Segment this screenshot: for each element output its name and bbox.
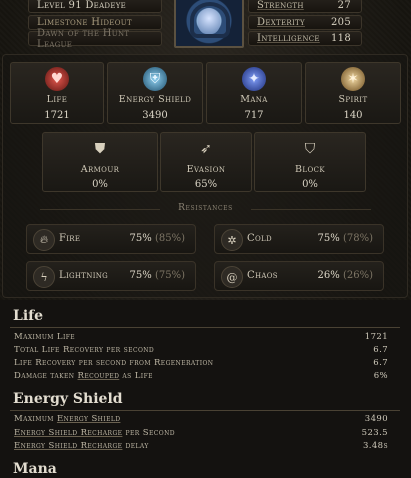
- divider: [10, 327, 400, 328]
- spirit-icon: ✶: [341, 67, 365, 91]
- stat-value: 0%: [92, 179, 108, 190]
- attribute-dexterity[interactable]: Dexterity 205: [248, 15, 362, 30]
- chaos-icon: @: [221, 266, 243, 288]
- armour-icon: ⛊: [94, 141, 106, 157]
- attribute-label: Dexterity: [257, 17, 305, 28]
- attribute-intelligence[interactable]: Intelligence 118: [248, 31, 362, 46]
- stat-label: Block: [295, 164, 325, 175]
- attribute-value: 118: [331, 33, 351, 44]
- resistance-fire[interactable]: 🔥︎ Fire 75% (85%): [26, 224, 196, 254]
- stat-life[interactable]: ♥ Life 1721: [10, 62, 104, 124]
- shield-icon: ⛨: [143, 67, 167, 91]
- attribute-label: Strength: [257, 0, 304, 11]
- detail-row: Maximum Life 1721: [14, 332, 388, 342]
- resistance-value: 75% (78%): [317, 233, 373, 244]
- character-level-class: Level 91 Deadeye: [28, 0, 162, 13]
- resistance-value: 26% (26%): [317, 270, 373, 281]
- resistance-cold[interactable]: ✲ Cold 75% (78%): [214, 224, 384, 254]
- cold-icon: ✲: [221, 229, 243, 251]
- resistance-chaos[interactable]: @ Chaos 26% (26%): [214, 261, 384, 291]
- stat-energy-shield[interactable]: ⛨ Energy Shield 3490: [107, 62, 203, 124]
- stat-details-list[interactable]: Life Maximum Life 1721 Total Life Recover…: [0, 300, 411, 478]
- character-league: Dawn of the Hunt League: [28, 28, 162, 50]
- stat-block[interactable]: ⛉ Block 0%: [254, 132, 366, 192]
- stat-value: 3490: [142, 110, 168, 121]
- detail-row: Total Life Recovery per second 6.7: [14, 345, 388, 355]
- stat-spirit[interactable]: ✶ Spirit 140: [305, 62, 401, 124]
- mana-icon: ✦: [242, 67, 266, 91]
- evasion-icon: ➶: [200, 141, 212, 157]
- stat-label: Life: [46, 94, 68, 105]
- divider: [10, 410, 400, 411]
- fire-icon: 🔥︎: [33, 229, 55, 251]
- stat-mana[interactable]: ✦ Mana 717: [206, 62, 302, 124]
- resistance-label: Chaos: [247, 270, 278, 281]
- stat-value: 140: [343, 110, 363, 121]
- detail-row: Life Recovery per second from Regenerati…: [14, 358, 388, 368]
- attribute-value: 27: [337, 0, 351, 11]
- stat-evasion[interactable]: ➶ Evasion 65%: [160, 132, 252, 192]
- attribute-value: 205: [331, 17, 351, 28]
- resistance-lightning[interactable]: ϟ Lightning 75% (75%): [26, 261, 196, 291]
- resistance-value: 75% (75%): [129, 270, 185, 281]
- block-icon: ⛉: [304, 141, 316, 157]
- stat-label: Energy Shield: [118, 94, 192, 105]
- stat-label: Mana: [240, 94, 268, 105]
- resistance-label: Fire: [59, 233, 81, 244]
- character-portrait: [174, 0, 244, 48]
- stat-value: 0%: [302, 179, 318, 190]
- resistance-label: Lightning: [59, 270, 109, 281]
- detail-row: Energy Shield Recharge per Second 523.5: [14, 428, 388, 438]
- detail-row: Energy Shield Recharge delay 3.48s: [14, 441, 388, 451]
- attribute-strength[interactable]: Strength 27: [248, 0, 362, 13]
- stat-label: Spirit: [338, 94, 368, 105]
- resistance-label: Cold: [247, 233, 272, 244]
- detail-row: Damage taken Recouped as Life 6%: [14, 371, 388, 381]
- heart-icon: ♥: [45, 67, 69, 91]
- resistance-value: 75% (85%): [129, 233, 185, 244]
- stat-armour[interactable]: ⛊ Armour 0%: [42, 132, 158, 192]
- lightning-icon: ϟ: [33, 266, 55, 288]
- stat-value: 65%: [194, 179, 218, 190]
- section-title-life: Life: [13, 308, 44, 324]
- detail-row: Maximum Energy Shield 3490: [14, 414, 388, 424]
- stat-value: 717: [244, 110, 264, 121]
- resistances-heading: Resistances: [0, 203, 411, 213]
- section-title-mana: Mana: [13, 461, 57, 477]
- section-title-energy-shield: Energy Shield: [13, 391, 123, 407]
- attribute-label: Intelligence: [257, 33, 320, 44]
- stat-label: Armour: [80, 164, 120, 175]
- stat-label: Evasion: [186, 164, 226, 175]
- stat-value: 1721: [44, 110, 70, 121]
